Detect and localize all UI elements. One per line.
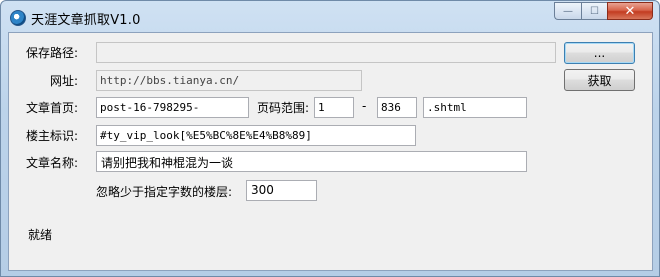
save-path-label: 保存路径: [26, 46, 79, 60]
fetch-button[interactable]: 获取 [564, 69, 635, 91]
page-to-field[interactable]: 836 [377, 97, 417, 118]
browse-button[interactable]: ... [564, 42, 635, 64]
app-window: 天涯文章抓取V1.0 — ☐ ✕ 保存路径: ... 网址: http://bb… [0, 0, 660, 277]
min-chars-label: 忽略少于指定字数的楼层: [96, 185, 233, 199]
article-name-label: 文章名称: [26, 156, 79, 170]
page-from-field[interactable]: 1 [314, 97, 354, 118]
url-label: 网址: [50, 74, 79, 88]
page-range-separator: - [362, 99, 367, 113]
caption-buttons: — ☐ ✕ [554, 2, 653, 22]
article-home-field[interactable]: post-16-798295- [96, 97, 249, 118]
article-name-field[interactable]: 请别把我和神棍混为一谈 [96, 151, 527, 172]
minimize-button[interactable]: — [554, 2, 581, 20]
article-home-label: 文章首页: [26, 101, 79, 115]
url-field[interactable]: http://bbs.tianya.cn/ [96, 70, 362, 91]
maximize-icon: ☐ [590, 5, 599, 17]
close-button[interactable]: ✕ [607, 2, 653, 20]
close-icon: ✕ [624, 3, 636, 19]
page-extension-field[interactable]: .shtml [423, 97, 527, 118]
maximize-button[interactable]: ☐ [581, 2, 607, 20]
app-icon [10, 10, 26, 26]
page-range-label: 页码范围: [257, 101, 310, 115]
author-id-label: 楼主标识: [26, 129, 79, 143]
minimize-icon: — [563, 5, 573, 17]
title-bar[interactable]: 天涯文章抓取V1.0 — ☐ ✕ [1, 1, 659, 32]
client-area: 保存路径: ... 网址: http://bbs.tianya.cn/ 获取 文… [8, 32, 653, 271]
status-text: 就绪 [28, 228, 53, 242]
min-chars-field[interactable]: 300 [246, 180, 317, 201]
window-title: 天涯文章抓取V1.0 [31, 13, 141, 28]
author-id-field[interactable]: #ty_vip_look[%E5%BC%8E%E4%B8%89] [96, 125, 416, 146]
save-path-field[interactable] [96, 42, 556, 63]
